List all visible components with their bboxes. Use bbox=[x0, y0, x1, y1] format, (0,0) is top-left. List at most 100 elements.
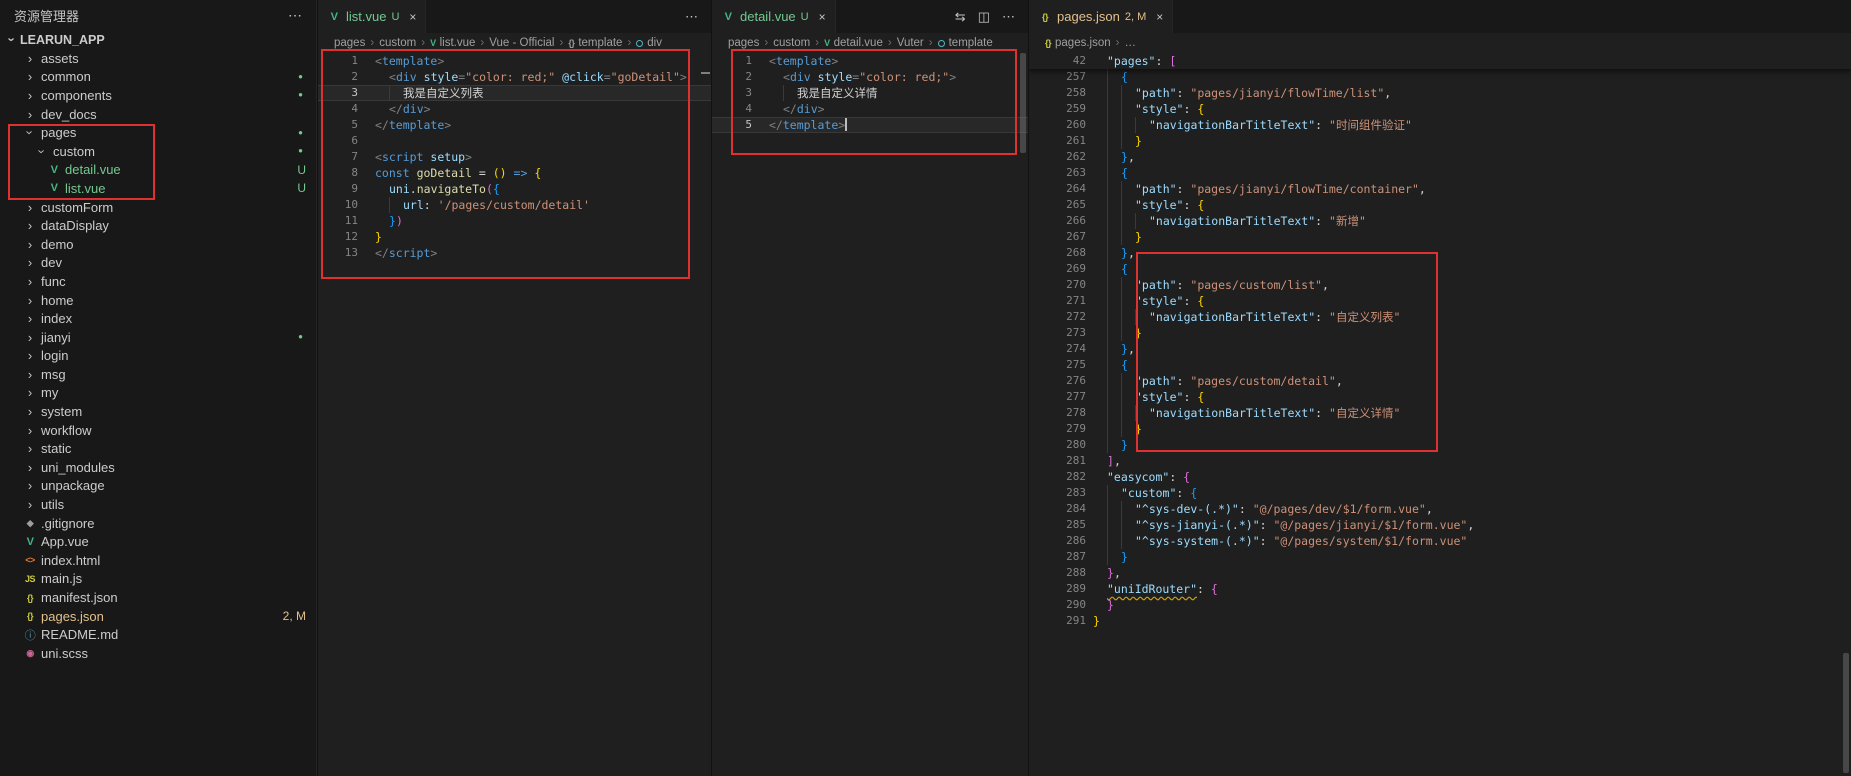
tree-item-demo[interactable]: ›demo bbox=[0, 235, 316, 254]
code-editor[interactable]: 42 "pages": [257 {258 "path": "pages/jia… bbox=[1029, 53, 1851, 776]
scrollbar-thumb[interactable] bbox=[1843, 653, 1849, 773]
tree-item-utils[interactable]: ›utils bbox=[0, 495, 316, 514]
close-icon[interactable]: × bbox=[819, 10, 826, 24]
breadcrumb-item[interactable]: Vdetail.vue bbox=[824, 37, 883, 49]
code-line: 260 "navigationBarTitleText": "时间组件验证" bbox=[1029, 117, 1851, 133]
indent-guide bbox=[1135, 213, 1149, 229]
tab-detail-vue[interactable]: Vdetail.vueU× bbox=[712, 0, 836, 33]
scrollbar-thumb[interactable] bbox=[1020, 53, 1026, 153]
indent-guide bbox=[1121, 85, 1135, 101]
more-actions-icon[interactable]: ⋯ bbox=[288, 7, 302, 24]
breadcrumb-item[interactable]: {}pages.json bbox=[1045, 37, 1111, 49]
line-number: 278 bbox=[1029, 405, 1093, 421]
breadcrumb-label: list.vue bbox=[440, 37, 476, 49]
line-number: 288 bbox=[1029, 565, 1093, 581]
tree-item-label: system bbox=[41, 404, 82, 419]
tree-item-pages-json[interactable]: {}pages.json2, M bbox=[0, 607, 316, 626]
indent-guide bbox=[1093, 565, 1107, 581]
code-line: 277 "style": { bbox=[1029, 389, 1851, 405]
open-changes-icon[interactable]: ⇆ bbox=[950, 9, 971, 25]
tree-item-unpackage[interactable]: ›unpackage bbox=[0, 477, 316, 496]
tree-item-func[interactable]: ›func bbox=[0, 272, 316, 291]
chevron-right-icon: › bbox=[22, 479, 38, 492]
code-editor[interactable]: 1<template>2 <div style="color: red;" @c… bbox=[318, 53, 711, 776]
breadcrumb-item[interactable]: custom bbox=[379, 37, 416, 49]
more-actions-icon[interactable]: ⋯ bbox=[680, 9, 703, 25]
indent-guide bbox=[1121, 325, 1135, 341]
tree-item-detail-vue[interactable]: Vdetail.vueU bbox=[0, 161, 316, 180]
tree-item-customform[interactable]: ›customForm bbox=[0, 198, 316, 217]
indent-guide bbox=[1107, 373, 1121, 389]
line-number: 285 bbox=[1029, 517, 1093, 533]
breadcrumb-item[interactable]: pages bbox=[728, 37, 759, 49]
split-editor-icon[interactable]: ◫ bbox=[973, 9, 995, 25]
line-number: 276 bbox=[1029, 373, 1093, 389]
code-line: 287 } bbox=[1029, 549, 1851, 565]
tree-item-main-js[interactable]: JSmain.js bbox=[0, 570, 316, 589]
indent-guide bbox=[1121, 181, 1135, 197]
indent-guide bbox=[1107, 229, 1121, 245]
indent-guide bbox=[1093, 325, 1107, 341]
tree-item-assets[interactable]: ›assets bbox=[0, 49, 316, 68]
tree-item-label: components bbox=[41, 88, 112, 103]
vue-file-icon: V bbox=[46, 182, 62, 194]
tree-item-list-vue[interactable]: Vlist.vueU bbox=[0, 179, 316, 198]
tree-item-manifest-json[interactable]: {}manifest.json bbox=[0, 588, 316, 607]
more-actions-icon[interactable]: ⋯ bbox=[997, 9, 1020, 25]
line-number: 271 bbox=[1029, 293, 1093, 309]
tree-item-uni-modules[interactable]: ›uni_modules bbox=[0, 458, 316, 477]
code-line: 1<template> bbox=[712, 53, 1028, 69]
code-editor[interactable]: 1<template>2 <div style="color: red;">3 … bbox=[712, 53, 1028, 776]
sidebar-header: 资源管理器 ⋯ bbox=[0, 0, 316, 30]
breadcrumb-item[interactable]: pages bbox=[334, 37, 365, 49]
breadcrumb-item[interactable]: div bbox=[636, 37, 662, 49]
tree-item-gitignore[interactable]: ◆.gitignore bbox=[0, 514, 316, 533]
breadcrumb-item[interactable]: Vuter bbox=[897, 37, 924, 49]
tree-item-custom[interactable]: ›custom● bbox=[0, 142, 316, 161]
breadcrumb-label: pages bbox=[728, 37, 759, 49]
tree-item-static[interactable]: ›static bbox=[0, 439, 316, 458]
code-line: 276 "path": "pages/custom/detail", bbox=[1029, 373, 1851, 389]
indent-guide bbox=[1093, 181, 1107, 197]
indent-guide bbox=[1093, 357, 1107, 373]
breadcrumb-item[interactable]: Vlist.vue bbox=[430, 37, 475, 49]
tree-item-msg[interactable]: ›msg bbox=[0, 365, 316, 384]
tab-pages-json[interactable]: {}pages.json2, M× bbox=[1029, 0, 1173, 33]
tree-item-label: customForm bbox=[41, 200, 113, 215]
code-line: 8const goDetail = () => { bbox=[318, 165, 711, 181]
tree-item-pages[interactable]: ›pages● bbox=[0, 123, 316, 142]
tree-item-dev[interactable]: ›dev bbox=[0, 254, 316, 273]
breadcrumb-item[interactable]: {}template bbox=[568, 37, 622, 49]
indent-guide bbox=[1107, 181, 1121, 197]
close-icon[interactable]: × bbox=[409, 10, 416, 24]
tree-item-index-html[interactable]: <>index.html bbox=[0, 551, 316, 570]
breadcrumb-item[interactable]: custom bbox=[773, 37, 810, 49]
tree-item-workflow[interactable]: ›workflow bbox=[0, 421, 316, 440]
tree-item-common[interactable]: ›common● bbox=[0, 68, 316, 87]
breadcrumb-item[interactable]: template bbox=[938, 37, 993, 49]
tree-item-login[interactable]: ›login bbox=[0, 347, 316, 366]
tab-list-vue[interactable]: Vlist.vueU× bbox=[318, 0, 426, 33]
tree-item-label: login bbox=[41, 348, 68, 363]
code-line: 270 "path": "pages/custom/list", bbox=[1029, 277, 1851, 293]
tree-item-my[interactable]: ›my bbox=[0, 384, 316, 403]
breadcrumb-separator-icon: › bbox=[815, 37, 819, 49]
tree-item-system[interactable]: ›system bbox=[0, 402, 316, 421]
line-number: 264 bbox=[1029, 181, 1093, 197]
indent-guide bbox=[1107, 389, 1121, 405]
close-icon[interactable]: × bbox=[1156, 10, 1163, 24]
tree-item-uni-scss[interactable]: ◉uni.scss bbox=[0, 644, 316, 663]
tree-item-readme-md[interactable]: ⓘREADME.md bbox=[0, 625, 316, 644]
indent-guide bbox=[1093, 341, 1107, 357]
tree-item-index[interactable]: ›index bbox=[0, 309, 316, 328]
project-root-folder[interactable]: › LEARUN_APP bbox=[0, 30, 316, 49]
code-line: 280 } bbox=[1029, 437, 1851, 453]
breadcrumb-item[interactable]: … bbox=[1124, 37, 1136, 49]
tree-item-dev-docs[interactable]: ›dev_docs bbox=[0, 105, 316, 124]
tree-item-jianyi[interactable]: ›jianyi● bbox=[0, 328, 316, 347]
tree-item-app-vue[interactable]: VApp.vue bbox=[0, 532, 316, 551]
tree-item-components[interactable]: ›components● bbox=[0, 86, 316, 105]
breadcrumb-item[interactable]: Vue - Official bbox=[489, 37, 554, 49]
tree-item-datadisplay[interactable]: ›dataDisplay bbox=[0, 216, 316, 235]
tree-item-home[interactable]: ›home bbox=[0, 291, 316, 310]
